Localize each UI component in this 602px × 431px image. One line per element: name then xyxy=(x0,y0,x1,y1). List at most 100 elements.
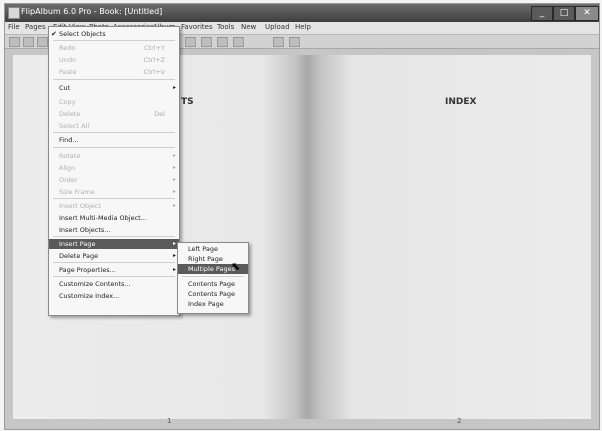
print-icon[interactable] xyxy=(37,37,48,47)
pages-menu-item[interactable]: Customize Contents... xyxy=(49,279,179,289)
right-page-number: 2 xyxy=(457,417,462,425)
insert-page-item[interactable]: Contents Page xyxy=(178,279,248,289)
submenu-arrow-icon: ▸ xyxy=(172,84,176,91)
menu-separator xyxy=(53,79,175,80)
pages-menu-item-label: Delete Page xyxy=(59,252,99,260)
pages-menu-item-label: Insert Object xyxy=(59,202,101,210)
menu-upload[interactable]: Upload xyxy=(265,23,290,31)
check-icon: ✔ xyxy=(51,30,57,38)
submenu-arrow-icon: ▸ xyxy=(172,252,176,259)
pages-menu-item-label: Delete xyxy=(59,110,81,118)
pages-menu-item-label: Cut xyxy=(59,84,71,92)
open-icon[interactable] xyxy=(9,37,20,47)
pages-menu: ✔ Select Objects Redo Ctrl+Y Undo Ctrl+Z Paste… xyxy=(48,26,180,316)
cut-icon[interactable] xyxy=(201,37,212,47)
shortcut-label: Ctrl+V xyxy=(143,68,165,76)
pages-menu-item: Rotate ▸ xyxy=(49,151,179,161)
pages-menu-item-label: Customize Index... xyxy=(59,292,120,300)
menu-pages[interactable]: Pages xyxy=(25,23,46,31)
submenu-arrow-icon: ▸ xyxy=(172,266,176,273)
pages-menu-item[interactable]: Customize Index... xyxy=(49,291,179,301)
submenu-arrow-icon: ▸ xyxy=(172,164,176,171)
menu-separator xyxy=(53,236,175,237)
submenu-arrow-icon: ▸ xyxy=(172,176,176,183)
pages-menu-item[interactable]: Insert Page ▸ xyxy=(49,239,179,249)
pages-menu-item-label: Find... xyxy=(59,136,79,144)
submenu-arrow-icon: ▸ xyxy=(172,240,176,247)
submenu-arrow-icon: ▸ xyxy=(172,188,176,195)
pages-menu-item[interactable]: Delete Page ▸ xyxy=(49,251,179,261)
submenu-arrow-icon: ▸ xyxy=(172,202,176,209)
menu-separator xyxy=(53,262,175,263)
pages-menu-item-label: Select Objects xyxy=(59,30,106,38)
pages-menu-item-label: Customize Contents... xyxy=(59,280,131,288)
pages-menu-item-label: Rotate xyxy=(59,152,81,160)
pages-menu-item[interactable]: ✔ Select Objects xyxy=(49,29,179,39)
pages-menu-item-label: Order xyxy=(59,176,78,184)
close-button[interactable]: ✕ xyxy=(575,6,599,21)
menu-new[interactable]: New xyxy=(241,23,256,31)
right-page[interactable]: INDEX 2 xyxy=(307,55,591,425)
insert-page-item-label: Index Page xyxy=(188,300,224,308)
shortcut-label: Del xyxy=(154,110,165,118)
pages-menu-item-label: Undo xyxy=(59,56,76,64)
title-bar: FlipAlbum 6.0 Pro - Book: [Untitled] _ □… xyxy=(5,4,599,22)
left-page-title: TS xyxy=(181,97,194,107)
menu-separator xyxy=(53,40,175,41)
pages-menu-item-label: Insert Objects... xyxy=(59,226,111,234)
pages-menu-item: Size Frame ▸ xyxy=(49,187,179,197)
pages-menu-item[interactable]: Insert Multi-Media Object... xyxy=(49,213,179,223)
menu-file[interactable]: File xyxy=(8,23,20,31)
insert-page-item-label: Multiple Pages xyxy=(188,265,236,273)
menu-separator xyxy=(53,132,175,133)
insert-page-item[interactable]: Index Page xyxy=(178,299,248,309)
insert-page-item[interactable]: Left Page xyxy=(178,244,248,254)
pages-menu-item: Select All xyxy=(49,121,179,131)
insert-page-item-label: Right Page xyxy=(188,255,223,263)
pages-menu-item: Insert Object ▸ xyxy=(49,201,179,211)
pages-menu-item: Delete Del xyxy=(49,109,179,119)
pages-menu-item-label: Insert Multi-Media Object... xyxy=(59,214,147,222)
pages-menu-item[interactable]: Insert Objects... xyxy=(49,225,179,235)
pages-menu-item: Order ▸ xyxy=(49,175,179,185)
pages-menu-item: Align ▸ xyxy=(49,163,179,173)
insert-page-submenu: Left Page Right Page Multiple Pages Content… xyxy=(177,242,249,314)
insert-page-item[interactable]: Contents Page xyxy=(178,289,248,299)
pages-menu-item[interactable]: Cut ▸ xyxy=(49,83,179,93)
save-icon[interactable] xyxy=(23,37,34,47)
menu-separator xyxy=(53,198,175,199)
insert-page-item-label: Contents Page xyxy=(188,290,236,298)
pages-menu-item: Redo Ctrl+Y xyxy=(49,43,179,53)
menu-tools[interactable]: Tools xyxy=(217,23,234,31)
maximize-button[interactable]: □ xyxy=(553,6,575,21)
pages-menu-item-label: Align xyxy=(59,164,76,172)
menu-separator xyxy=(53,147,175,148)
copy-icon[interactable] xyxy=(217,37,228,47)
menu-help[interactable]: Help xyxy=(295,23,311,31)
shortcut-label: Ctrl+Y xyxy=(144,44,165,52)
pages-menu-item: Paste Ctrl+V xyxy=(49,67,179,77)
pages-menu-item: Undo Ctrl+Z xyxy=(49,55,179,65)
pages-menu-item-label: Copy xyxy=(59,98,76,106)
insert-page-item-label: Left Page xyxy=(188,245,219,253)
undo-icon[interactable] xyxy=(185,37,196,47)
right-page-title: INDEX xyxy=(445,97,477,107)
pages-menu-item-label: Page Properties... xyxy=(59,266,116,274)
pages-menu-item-label: Insert Page xyxy=(59,240,96,248)
menu-favorites[interactable]: Favorites xyxy=(181,23,213,31)
zoom-icon[interactable] xyxy=(273,37,284,47)
pages-menu-item-label: Select All xyxy=(59,122,90,130)
minimize-button[interactable]: _ xyxy=(531,6,553,21)
pages-menu-item-label: Redo xyxy=(59,44,76,52)
paste-icon[interactable] xyxy=(233,37,244,47)
menu-separator xyxy=(182,276,244,277)
menu-separator xyxy=(53,276,175,277)
mouse-cursor-icon: ⬉ xyxy=(231,260,241,273)
pages-menu-item-label: Paste xyxy=(59,68,77,76)
pages-menu-item[interactable]: Page Properties... ▸ xyxy=(49,265,179,275)
pages-menu-item-label: Size Frame xyxy=(59,188,95,196)
insert-page-item-label: Contents Page xyxy=(188,280,236,288)
left-page-number: 1 xyxy=(167,417,172,425)
pages-menu-item[interactable]: Find... xyxy=(49,135,179,145)
help-icon[interactable] xyxy=(289,37,300,47)
